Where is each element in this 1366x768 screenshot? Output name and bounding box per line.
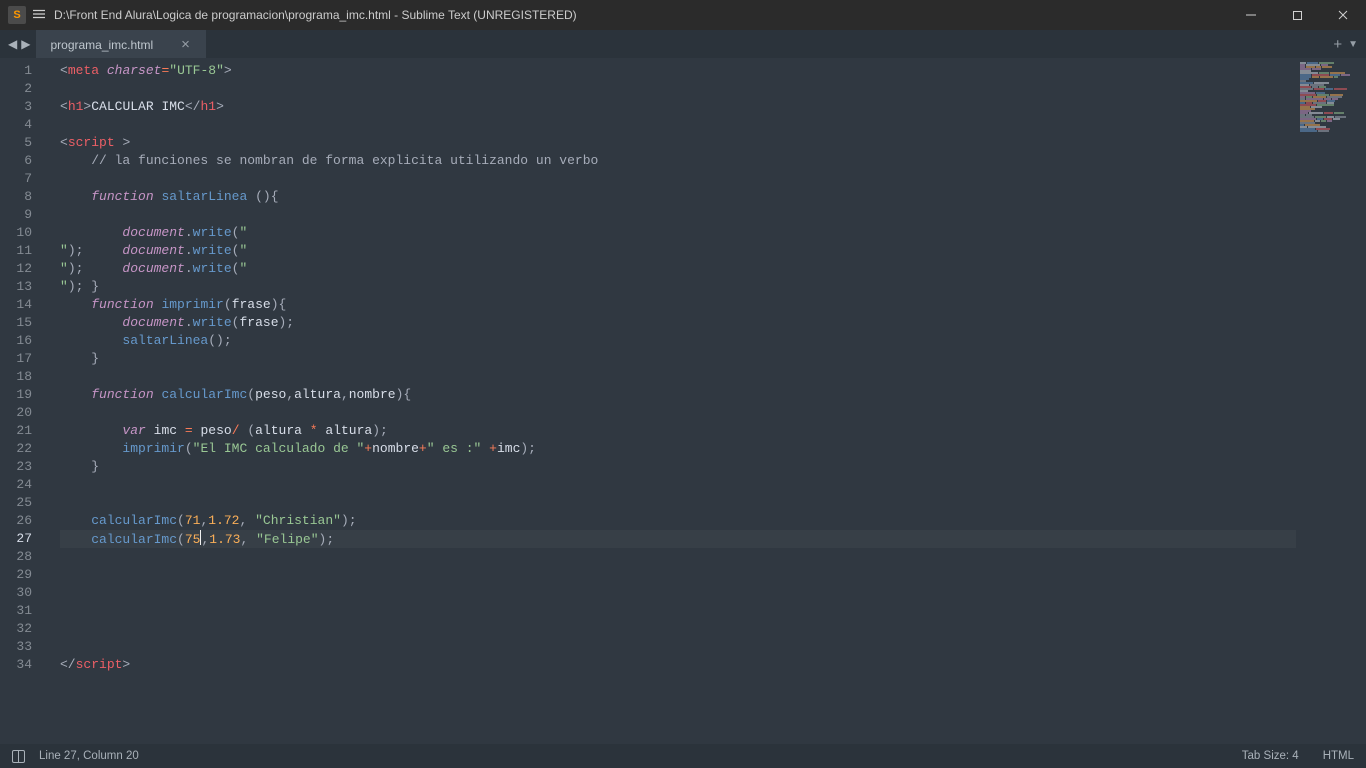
close-icon[interactable]: × bbox=[181, 37, 190, 52]
editor[interactable]: 1234567891011121314151617181920212223242… bbox=[0, 58, 1366, 744]
minimize-button[interactable] bbox=[1228, 0, 1274, 30]
tab-label: programa_imc.html bbox=[50, 38, 153, 52]
tab-dropdown-icon[interactable]: ▼ bbox=[1348, 39, 1358, 50]
window-controls bbox=[1228, 0, 1366, 30]
new-tab-icon[interactable]: + bbox=[1333, 36, 1342, 53]
app-icon: S bbox=[8, 6, 26, 24]
minimap[interactable] bbox=[1296, 58, 1366, 744]
tab-active[interactable]: programa_imc.html × bbox=[36, 30, 205, 58]
nav-back-icon[interactable]: ◀ bbox=[6, 37, 19, 51]
panel-toggle-icon[interactable] bbox=[12, 750, 25, 763]
window-title: D:\Front End Alura\Logica de programacio… bbox=[54, 8, 577, 22]
status-tab-size[interactable]: Tab Size: 4 bbox=[1242, 750, 1299, 762]
close-button[interactable] bbox=[1320, 0, 1366, 30]
nav-forward-icon[interactable]: ▶ bbox=[19, 37, 32, 51]
menu-icon[interactable] bbox=[32, 7, 46, 24]
titlebar: S D:\Front End Alura\Logica de programac… bbox=[0, 0, 1366, 30]
statusbar: Line 27, Column 20 Tab Size: 4 HTML bbox=[0, 744, 1366, 768]
tabbar: ◀ ▶ programa_imc.html × + ▼ bbox=[0, 30, 1366, 58]
gutter: 1234567891011121314151617181920212223242… bbox=[0, 58, 50, 744]
status-syntax[interactable]: HTML bbox=[1323, 750, 1354, 762]
maximize-button[interactable] bbox=[1274, 0, 1320, 30]
code-area[interactable]: <meta charset="UTF-8"> <h1>CALCULAR IMC<… bbox=[50, 58, 1296, 744]
status-position[interactable]: Line 27, Column 20 bbox=[39, 750, 139, 762]
